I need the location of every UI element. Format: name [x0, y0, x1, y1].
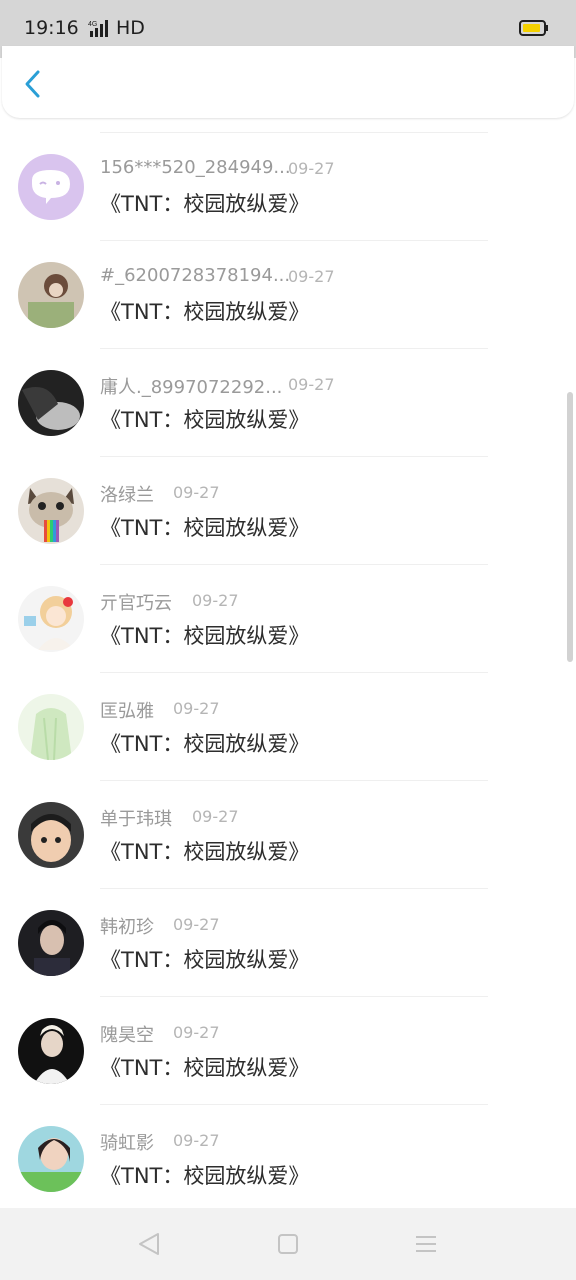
- book-title: 《TNT：校园放纵爱》: [100, 300, 310, 324]
- date: 09-27: [173, 915, 220, 934]
- divider: [100, 240, 488, 241]
- user-name: 庸人._8997072292...: [100, 377, 283, 398]
- signal-icon: 4G: [88, 20, 108, 37]
- user-name: 韩初珍: [100, 917, 154, 938]
- user-name: 骑虹影: [100, 1133, 154, 1154]
- girl-green-photo-avatar-icon: [18, 1126, 84, 1192]
- list-item[interactable]: 骑虹影 09-27 《TNT：校园放纵爱》: [0, 1126, 576, 1208]
- divider: [100, 888, 488, 889]
- book-title: 《TNT：校园放纵爱》: [100, 1164, 310, 1188]
- avatar[interactable]: [18, 802, 84, 868]
- user-name: 亓官巧云: [100, 593, 172, 614]
- divider: [100, 780, 488, 781]
- user-name: 隗昊空: [100, 1025, 154, 1046]
- list-item[interactable]: 隗昊空 09-27 《TNT：校园放纵爱》: [0, 1018, 576, 1126]
- date: 09-27: [173, 699, 220, 718]
- divider: [100, 672, 488, 673]
- triangle-back-icon[interactable]: [136, 1230, 164, 1258]
- avatar[interactable]: [18, 478, 84, 544]
- date: 09-27: [288, 375, 335, 394]
- child-photo-avatar-icon: [18, 802, 84, 868]
- avatar[interactable]: [18, 694, 84, 760]
- girl-photo-avatar-icon: [18, 262, 84, 328]
- book-title: 《TNT：校园放纵爱》: [100, 840, 310, 864]
- date: 09-27: [173, 483, 220, 502]
- avatar[interactable]: [18, 1018, 84, 1084]
- svg-text:4G: 4G: [88, 21, 97, 28]
- avatar[interactable]: [18, 370, 84, 436]
- green-illustration-avatar-icon: [18, 694, 84, 760]
- system-nav-bar: [0, 1208, 576, 1280]
- avatar[interactable]: [18, 154, 84, 220]
- hd-indicator: HD: [116, 17, 145, 39]
- list-item[interactable]: 亓官巧云 09-27 《TNT：校园放纵爱》: [0, 586, 576, 694]
- status-time: 19:16: [24, 17, 79, 39]
- book-title: 《TNT：校园放纵爱》: [100, 1056, 310, 1080]
- anime-girl-avatar-icon: [18, 586, 84, 652]
- header-bar: [2, 46, 574, 118]
- user-name: 156***520_284949...: [100, 157, 291, 178]
- divider: [100, 1104, 488, 1105]
- avatar[interactable]: [18, 586, 84, 652]
- avatar[interactable]: [18, 262, 84, 328]
- reader-list[interactable]: 156***520_284949... 09-27 《TNT：校园放纵爱》 #_…: [0, 118, 576, 1208]
- dark-portrait-avatar-icon: [18, 910, 84, 976]
- date: 09-27: [288, 267, 335, 286]
- menu-lines-icon[interactable]: [412, 1230, 440, 1258]
- user-name: #_6200728378194...: [100, 265, 291, 286]
- date: 09-27: [288, 159, 335, 178]
- list-item[interactable]: 庸人._8997072292... 09-27 《TNT：校园放纵爱》: [0, 370, 576, 478]
- avatar[interactable]: [18, 910, 84, 976]
- grumpy-cat-avatar-icon: [18, 478, 84, 544]
- book-title: 《TNT：校园放纵爱》: [100, 948, 310, 972]
- avatar[interactable]: [18, 1126, 84, 1192]
- book-title: 《TNT：校园放纵爱》: [100, 408, 310, 432]
- user-name: 洛绿兰: [100, 485, 154, 506]
- chat-bubble-avatar-icon: [18, 154, 84, 220]
- book-title: 《TNT：校园放纵爱》: [100, 192, 310, 216]
- list-item[interactable]: 洛绿兰 09-27 《TNT：校园放纵爱》: [0, 478, 576, 586]
- divider: [100, 996, 488, 997]
- battery-icon: [519, 20, 548, 36]
- date: 09-27: [192, 591, 239, 610]
- dark-photo-avatar-icon: [18, 370, 84, 436]
- list-item[interactable]: #_6200728378194... 09-27 《TNT：校园放纵爱》: [0, 262, 576, 370]
- divider: [100, 564, 488, 565]
- scrollbar[interactable]: [567, 392, 573, 662]
- date: 09-27: [173, 1023, 220, 1042]
- date: 09-27: [173, 1131, 220, 1150]
- list-item[interactable]: 单于玮琪 09-27 《TNT：校园放纵爱》: [0, 802, 576, 910]
- book-title: 《TNT：校园放纵爱》: [100, 624, 310, 648]
- date: 09-27: [192, 807, 239, 826]
- list-item[interactable]: 匡弘雅 09-27 《TNT：校园放纵爱》: [0, 694, 576, 802]
- list-item[interactable]: 156***520_284949... 09-27 《TNT：校园放纵爱》: [0, 154, 576, 262]
- square-home-icon[interactable]: [274, 1230, 302, 1258]
- book-title: 《TNT：校园放纵爱》: [100, 732, 310, 756]
- book-title: 《TNT：校园放纵爱》: [100, 516, 310, 540]
- user-name: 单于玮琪: [100, 809, 172, 830]
- divider: [100, 456, 488, 457]
- list-item[interactable]: 韩初珍 09-27 《TNT：校园放纵爱》: [0, 910, 576, 1018]
- divider: [100, 132, 488, 133]
- blonde-portrait-avatar-icon: [18, 1018, 84, 1084]
- user-name: 匡弘雅: [100, 701, 154, 722]
- divider: [100, 348, 488, 349]
- back-button[interactable]: [18, 64, 50, 104]
